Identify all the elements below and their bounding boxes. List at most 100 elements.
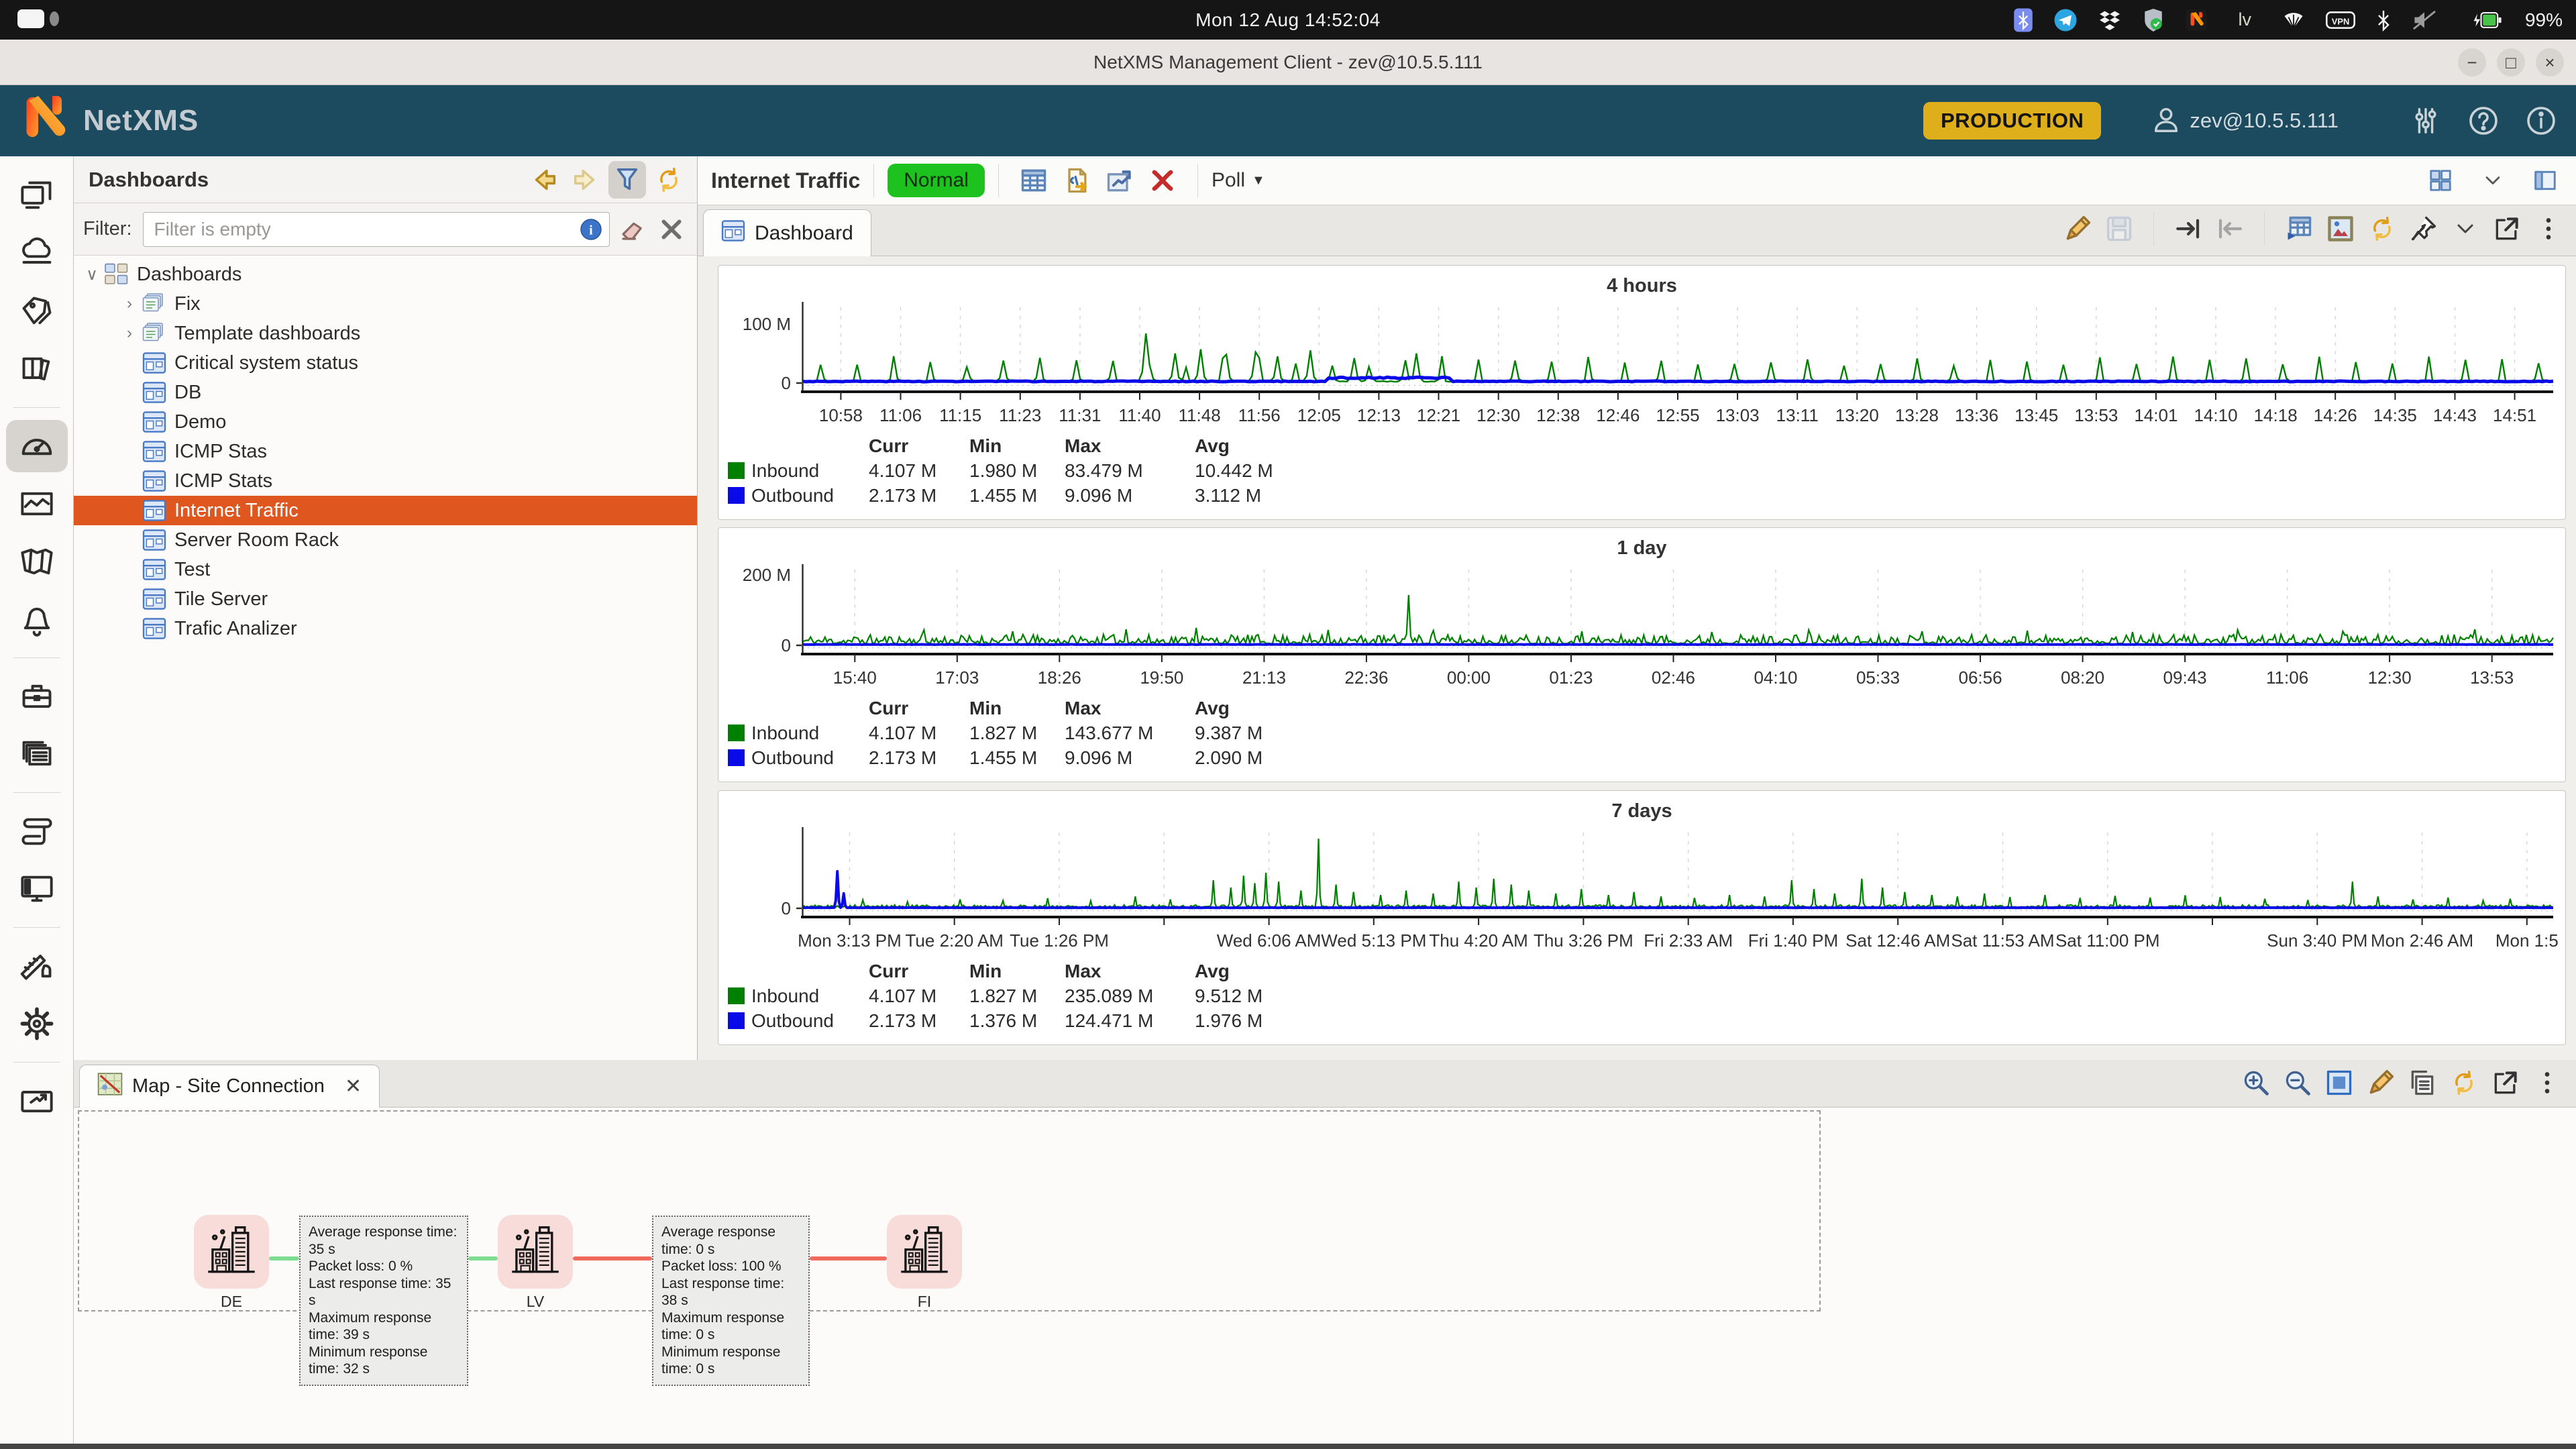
svg-text:i: i [589, 223, 593, 237]
chart-export-icon[interactable] [1104, 164, 1136, 197]
help-icon[interactable] [2466, 103, 2501, 138]
tab-dashboard[interactable]: Dashboard [703, 209, 871, 256]
nav-tools-icon[interactable] [6, 940, 68, 992]
wifi-icon[interactable] [2282, 10, 2306, 30]
map-node-lv[interactable]: LV [498, 1215, 573, 1311]
about-icon[interactable] [2524, 103, 2559, 138]
nav-settings-icon[interactable] [6, 998, 68, 1050]
zoom-in-icon[interactable] [2240, 1067, 2272, 1099]
tree-item-icmp-stats[interactable]: ICMP Stats [74, 466, 697, 496]
nav-business-icon[interactable] [6, 670, 68, 722]
tree-item-dashboards[interactable]: ∨ Dashboards [74, 260, 697, 289]
tree-item-server-room-rack[interactable]: Server Room Rack [74, 525, 697, 555]
nav-objects-icon[interactable] [6, 728, 68, 780]
delete-icon[interactable] [1146, 164, 1179, 197]
tree-item-tile-server[interactable]: Tile Server [74, 584, 697, 614]
tree-item-template-dashboards[interactable]: › Template dashboards [74, 319, 697, 348]
dashboard-icon [141, 411, 168, 433]
forward-icon[interactable] [567, 161, 604, 199]
nav-logs-icon[interactable] [6, 343, 68, 395]
preferences-icon[interactable] [2408, 103, 2443, 138]
map-link-segment[interactable] [810, 1256, 887, 1260]
nav-devices-icon[interactable] [6, 170, 68, 222]
map-node-fi[interactable]: FI [887, 1215, 962, 1311]
refresh-icon[interactable] [2366, 213, 2398, 245]
vpn-icon[interactable]: VPN [2325, 9, 2355, 31]
chevron-expanded-icon[interactable]: ∨ [80, 265, 103, 284]
kebab-icon[interactable] [2532, 213, 2565, 245]
views-grid-icon[interactable] [2424, 164, 2457, 197]
tree-item-db[interactable]: DB [74, 378, 697, 407]
tray-left-icons [2003, 7, 2218, 33]
nav-scripts-icon[interactable] [6, 805, 68, 857]
layout-icon[interactable] [2529, 164, 2561, 197]
refresh-icon[interactable] [650, 161, 688, 199]
nav-network-icon[interactable] [6, 227, 68, 280]
nav-license-icon[interactable] [6, 1075, 68, 1127]
clear-filter-icon[interactable] [655, 213, 688, 246]
edit-icon[interactable] [2365, 1067, 2397, 1099]
bluetooth-icon[interactable] [2375, 9, 2392, 32]
copy-icon[interactable] [2406, 1067, 2438, 1099]
bluetooth-app-icon[interactable] [2013, 7, 2033, 33]
legend-swatch [728, 987, 745, 1004]
dropbox-icon[interactable] [2098, 8, 2122, 32]
x-axis-label: Thu 4:20 AM [1429, 930, 1528, 951]
shield-check-icon[interactable] [2142, 7, 2165, 33]
open-external-icon[interactable] [2491, 213, 2523, 245]
tree-item-critical-system-status[interactable]: Critical system status [74, 348, 697, 378]
chevron-down-icon[interactable] [2477, 164, 2509, 197]
edit-icon[interactable] [2061, 213, 2094, 245]
map-canvas[interactable]: DE LV FI Average response time: 35 s Packet … [74, 1108, 2576, 1444]
nav-terminal-icon[interactable] [6, 863, 68, 915]
table-icon[interactable] [1018, 164, 1050, 197]
back-icon[interactable] [525, 161, 563, 199]
tree-item-test[interactable]: Test [74, 555, 697, 584]
link-metric: Packet loss: 100 % [661, 1258, 782, 1274]
nav-graphs-icon[interactable] [6, 478, 68, 530]
fit-window-icon[interactable] [2323, 1067, 2355, 1099]
detach-table-icon[interactable] [2283, 213, 2315, 245]
audio-muted-icon[interactable] [2412, 9, 2437, 32]
chevron-collapsed-icon[interactable]: › [118, 324, 141, 343]
tree-item-icmp-stas[interactable]: ICMP Stas [74, 437, 697, 466]
nav-tags-icon[interactable] [6, 285, 68, 337]
nav-alarms-icon[interactable] [6, 593, 68, 645]
map-node-de[interactable]: DE [194, 1215, 269, 1311]
filter-funnel-icon[interactable] [608, 160, 646, 199]
maximize-button[interactable]: □ [2497, 48, 2525, 76]
minimize-button[interactable]: − [2458, 48, 2486, 76]
tab-map-site-connection[interactable]: Map - Site Connection ✕ [79, 1065, 380, 1108]
netxms-tray-icon[interactable] [2185, 9, 2208, 32]
x-axis-label: 13:11 [1776, 405, 1819, 425]
screenshot-icon[interactable] [2324, 213, 2357, 245]
refresh-icon[interactable] [2448, 1067, 2480, 1099]
erase-filter-icon[interactable] [616, 213, 649, 246]
export-icon[interactable] [1061, 164, 1093, 197]
keyboard-layout-indicator[interactable]: lv [2238, 9, 2251, 30]
jump-right-icon[interactable] [2172, 213, 2204, 245]
close-tab-icon[interactable]: ✕ [345, 1075, 362, 1098]
chevron-down-icon[interactable] [2449, 213, 2481, 245]
pin-icon[interactable] [2408, 213, 2440, 245]
tree-item-trafic-analizer[interactable]: Trafic Analizer [74, 614, 697, 643]
user-menu[interactable]: zev@10.5.5.111 [2151, 104, 2339, 138]
map-link-segment[interactable] [269, 1256, 299, 1260]
battery-icon[interactable] [2467, 9, 2502, 32]
open-external-icon[interactable] [2489, 1067, 2522, 1099]
nav-maps-icon[interactable] [6, 535, 68, 588]
close-button[interactable]: × [2536, 48, 2564, 76]
poll-dropdown[interactable]: Poll ▼ [1212, 169, 1265, 192]
tree-item-internet-traffic[interactable]: Internet Traffic [74, 496, 697, 525]
chevron-collapsed-icon[interactable]: › [118, 294, 141, 313]
filter-input[interactable] [142, 211, 610, 247]
map-link-segment[interactable] [468, 1256, 498, 1260]
dashboards-panel-header: Dashboards [74, 156, 697, 203]
telegram-icon[interactable] [2053, 8, 2078, 32]
tree-item-demo[interactable]: Demo [74, 407, 697, 437]
nav-dashboards-icon[interactable] [5, 420, 68, 472]
map-link-segment[interactable] [573, 1256, 652, 1260]
kebab-icon[interactable] [2531, 1067, 2563, 1099]
tree-item-fix[interactable]: › Fix [74, 289, 697, 319]
zoom-out-icon[interactable] [2282, 1067, 2314, 1099]
